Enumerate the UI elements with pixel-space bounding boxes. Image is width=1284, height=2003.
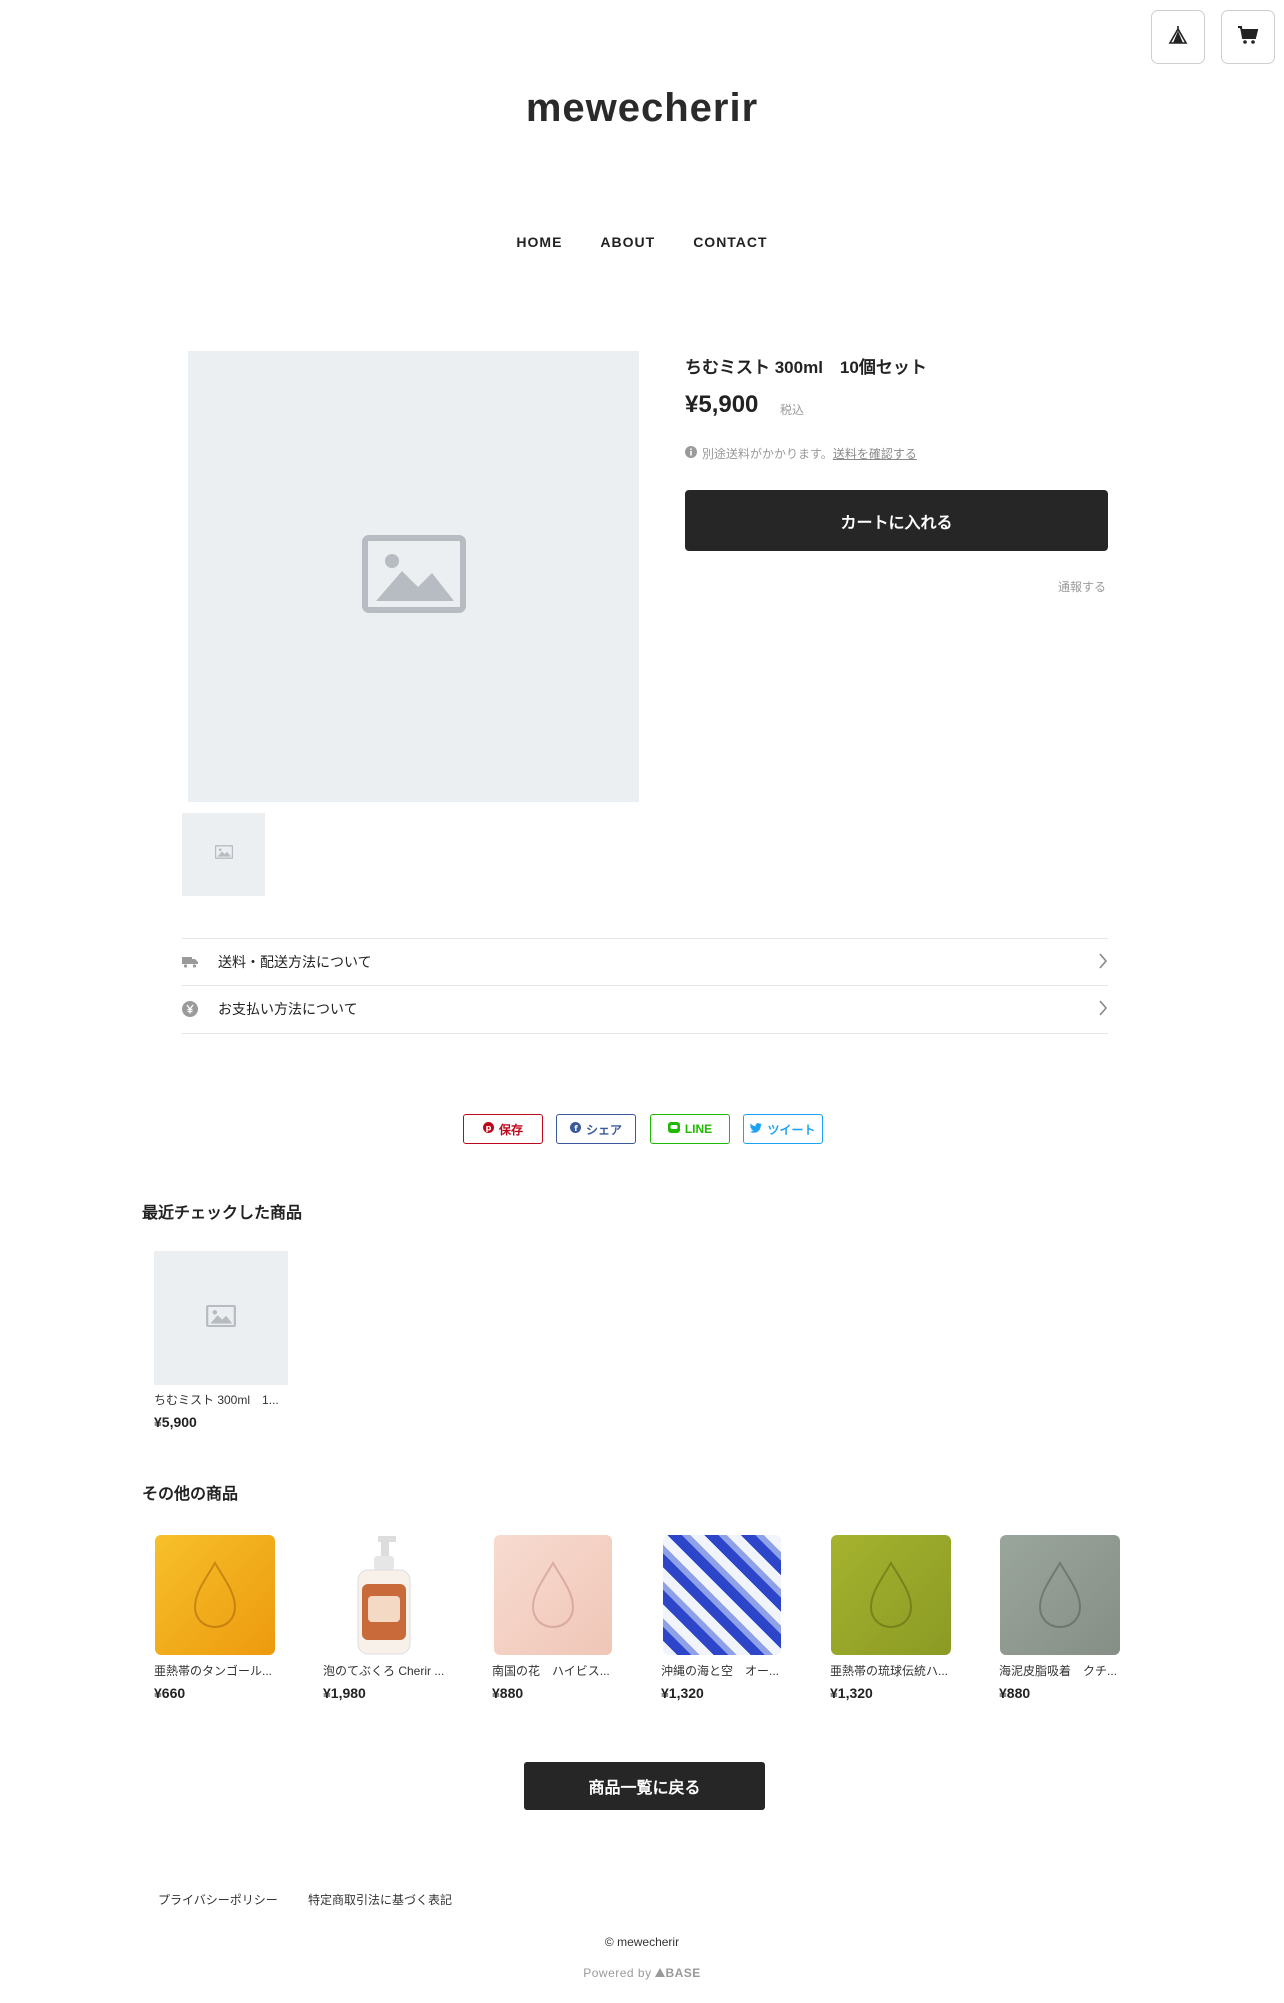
product-price: ¥880 xyxy=(492,1685,524,1701)
cart-button[interactable] xyxy=(1221,10,1275,64)
product-image[interactable] xyxy=(154,1251,288,1385)
shipping-link[interactable]: 送料を確認する xyxy=(833,447,917,461)
product-name[interactable]: ちむミスト 300ml 1... xyxy=(154,1391,288,1408)
product-image[interactable] xyxy=(661,1534,783,1656)
soap-image xyxy=(494,1535,612,1655)
pinterest-icon: p xyxy=(482,1122,494,1136)
twitter-tweet-button[interactable]: ツイート xyxy=(743,1114,823,1144)
twitter-icon xyxy=(750,1122,763,1136)
product-name[interactable]: 南国の花 ハイビス... xyxy=(492,1662,622,1679)
cart-icon xyxy=(1237,25,1259,50)
product-image[interactable] xyxy=(492,1534,614,1656)
shop-logo[interactable]: mewecherir xyxy=(0,86,1284,131)
shipping-note: 別途送料がかかります。送料を確認する xyxy=(685,445,917,462)
product-image[interactable] xyxy=(999,1534,1121,1656)
powered-by[interactable]: Powered by BASE xyxy=(0,1966,1284,1980)
product-name[interactable]: 海泥皮脂吸着 クチ... xyxy=(999,1662,1129,1679)
product-title: ちむミスト 300ml 10個セット xyxy=(685,358,927,377)
yen-icon xyxy=(182,1001,218,1017)
line-share-button[interactable]: LINE xyxy=(650,1114,730,1144)
base-brand: BASE xyxy=(665,1966,701,1980)
image-placeholder-icon xyxy=(214,845,233,864)
product-price: ¥1,320 xyxy=(830,1685,873,1701)
image-placeholder-icon xyxy=(206,1304,236,1332)
product-price: ¥5,900 xyxy=(154,1414,197,1430)
product-main-image[interactable] xyxy=(188,351,639,802)
truck-icon xyxy=(182,956,218,968)
product-name[interactable]: 沖縄の海と空 オー... xyxy=(661,1662,791,1679)
image-placeholder-icon xyxy=(361,535,466,618)
product-name[interactable]: 泡のてぶくろ Cherir ... xyxy=(323,1662,453,1679)
product-price: ¥1,320 xyxy=(661,1685,704,1701)
soap-image xyxy=(1000,1535,1120,1655)
product-name[interactable]: 亜熱帯の琉球伝統ハ... xyxy=(830,1662,960,1679)
product-price: ¥660 xyxy=(154,1685,186,1701)
accordion-payment-label: お支払い方法について xyxy=(218,1001,358,1017)
nav-contact[interactable]: CONTACT xyxy=(693,234,767,250)
soap-image xyxy=(831,1535,951,1655)
product-card[interactable]: 泡のてぶくろ Cherir ... ¥1,980 xyxy=(323,1534,453,1701)
soap-image xyxy=(155,1535,275,1655)
chevron-right-icon xyxy=(1098,952,1108,972)
soap-image xyxy=(663,1535,781,1655)
info-icon xyxy=(685,446,697,461)
product-image[interactable] xyxy=(154,1534,276,1656)
product-price: ¥1,980 xyxy=(323,1685,366,1701)
nav-about[interactable]: ABOUT xyxy=(600,234,655,250)
line-icon xyxy=(667,1122,680,1136)
accordion-shipping-label: 送料・配送方法について xyxy=(218,954,372,970)
accordion-payment[interactable]: お支払い方法について xyxy=(182,985,1108,1032)
pinterest-save-button[interactable]: p 保存 xyxy=(463,1114,543,1144)
report-link[interactable]: 通報する xyxy=(1000,578,1106,595)
privacy-policy-link[interactable]: プライバシーポリシー xyxy=(158,1891,278,1908)
recent-heading: 最近チェックした商品 xyxy=(142,1205,303,1222)
divider xyxy=(182,1033,1108,1034)
tax-label: 税込 xyxy=(780,403,805,417)
nav-home[interactable]: HOME xyxy=(516,234,562,250)
recent-product-card[interactable]: ちむミスト 300ml 1... ¥5,900 xyxy=(154,1251,288,1430)
product-name[interactable]: 亜熱帯のタンゴール... xyxy=(154,1662,284,1679)
product-card[interactable]: 亜熱帯のタンゴール... ¥660 xyxy=(154,1534,284,1701)
product-card[interactable]: 沖縄の海と空 オー... ¥1,320 xyxy=(661,1534,791,1701)
copyright: © mewecherir xyxy=(604,1935,680,1949)
base-app-button[interactable] xyxy=(1151,10,1205,64)
others-heading: その他の商品 xyxy=(142,1486,239,1503)
product-image[interactable] xyxy=(830,1534,952,1656)
base-logo-icon xyxy=(655,1966,666,1980)
main-nav: HOME ABOUT CONTACT xyxy=(0,234,1284,250)
legal-notice-link[interactable]: 特定商取引法に基づく表記 xyxy=(308,1891,452,1908)
product-card[interactable]: 海泥皮脂吸着 クチ... ¥880 xyxy=(999,1534,1129,1701)
product-price: ¥5,900 xyxy=(685,391,759,418)
add-to-cart-button[interactable]: カートに入れる xyxy=(685,490,1108,551)
tent-icon xyxy=(1168,25,1188,50)
product-price: ¥880 xyxy=(999,1685,1031,1701)
product-card[interactable]: 亜熱帯の琉球伝統ハ... ¥1,320 xyxy=(830,1534,960,1701)
shipping-note-text: 別途送料がかかります。 xyxy=(702,447,833,461)
svg-text:f: f xyxy=(574,1124,578,1133)
product-card[interactable]: 南国の花 ハイビス... ¥880 xyxy=(492,1534,622,1701)
product-image[interactable] xyxy=(323,1534,445,1656)
pump-bottle-image xyxy=(357,1536,411,1655)
facebook-icon: f xyxy=(569,1122,581,1136)
product-thumbnail[interactable] xyxy=(182,813,265,896)
svg-text:p: p xyxy=(486,1123,492,1132)
chevron-right-icon xyxy=(1098,999,1108,1019)
back-to-list-button[interactable]: 商品一覧に戻る xyxy=(524,1762,765,1810)
facebook-share-button[interactable]: f シェア xyxy=(556,1114,636,1144)
accordion-shipping[interactable]: 送料・配送方法について xyxy=(182,938,1108,985)
